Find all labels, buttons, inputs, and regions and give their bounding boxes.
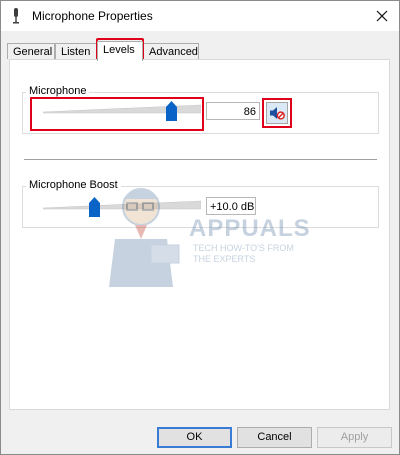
levels-panel: Microphone 86 Microphone Boost +10.0 dB (9, 59, 390, 410)
tab-listen[interactable]: Listen (55, 43, 97, 59)
mute-button-highlight (262, 98, 292, 128)
boost-level-value[interactable]: +10.0 dB (206, 197, 256, 215)
group-separator (24, 159, 377, 160)
boost-slider-thumb[interactable] (89, 197, 100, 217)
tab-advanced[interactable]: Advanced (143, 43, 199, 59)
microphone-level-value[interactable]: 86 (206, 102, 260, 120)
apply-button[interactable]: Apply (317, 427, 392, 448)
boost-slider-ramp (43, 200, 201, 210)
close-icon (376, 10, 388, 22)
tab-general[interactable]: General (7, 43, 55, 59)
window-title: Microphone Properties (32, 9, 153, 23)
tab-levels[interactable]: Levels (97, 41, 143, 61)
tab-strip: General Listen Levels Advanced (7, 38, 395, 61)
microphone-icon (12, 8, 20, 24)
microphone-slider-highlight (30, 97, 204, 131)
ok-button[interactable]: OK (157, 427, 232, 448)
cancel-button[interactable]: Cancel (237, 427, 312, 448)
title-bar: Microphone Properties (1, 1, 399, 31)
microphone-label: Microphone (26, 85, 90, 97)
close-button[interactable] (365, 1, 399, 31)
properties-window: Microphone Properties General Listen Lev… (0, 0, 400, 455)
boost-label: Microphone Boost (26, 179, 121, 191)
